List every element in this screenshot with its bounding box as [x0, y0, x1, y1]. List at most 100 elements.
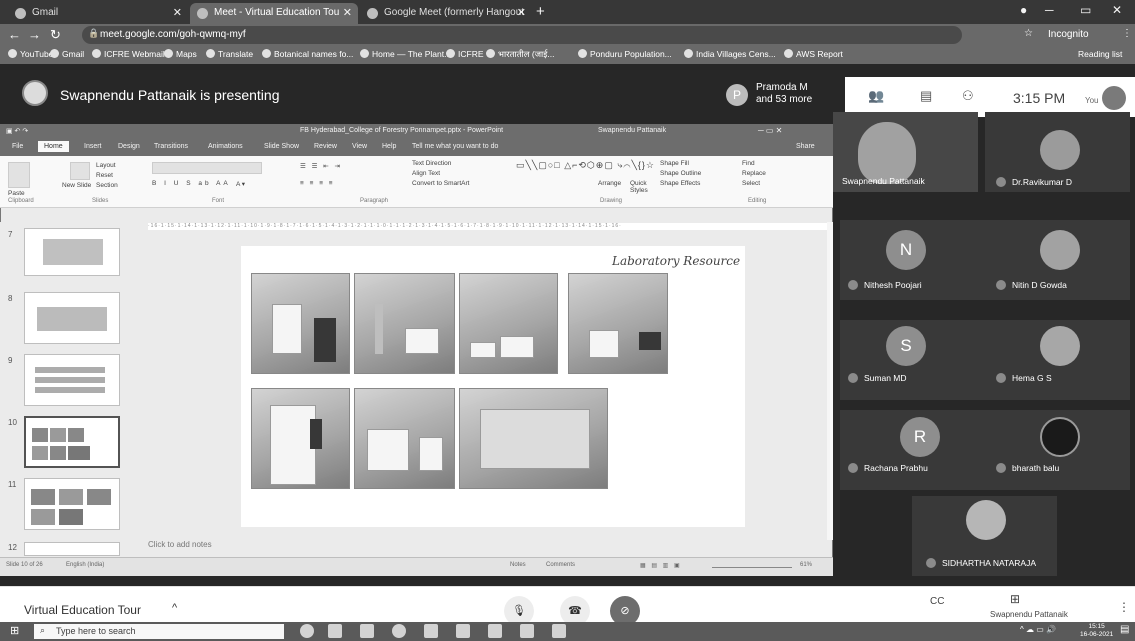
participants-summary[interactable]: Pramoda M and 53 more	[756, 82, 822, 106]
edge-icon[interactable]	[392, 624, 406, 638]
close-icon[interactable]: ✕	[173, 6, 182, 19]
arrange-button[interactable]: Arrange	[598, 180, 621, 187]
slide-thumbnail-7[interactable]	[24, 228, 120, 276]
lab-photo-2[interactable]	[354, 273, 455, 374]
select-button[interactable]: Select	[742, 180, 760, 187]
bookmark-youtube[interactable]: YouTube	[8, 49, 53, 59]
slide-thumbnail-8[interactable]	[24, 292, 120, 344]
section-button[interactable]: Section	[96, 182, 118, 189]
profile-icon[interactable]: ●	[1020, 3, 1027, 17]
meeting-name[interactable]: Virtual Education Tour	[24, 603, 141, 617]
star-icon[interactable]: ☆	[1024, 28, 1033, 39]
tab-view[interactable]: View	[352, 143, 367, 150]
tab-animations[interactable]: Animations	[208, 143, 243, 150]
zoom-slider[interactable]	[712, 567, 792, 568]
font-format-buttons[interactable]: B I U S ab AA	[152, 180, 231, 187]
slide-thumbnail-11[interactable]	[24, 478, 120, 530]
bookmark-gmail[interactable]: Gmail	[50, 49, 84, 59]
bookmark-hindi[interactable]: भारतातील (जाई...	[486, 49, 554, 60]
align-buttons[interactable]: ≡ ≡ ≡ ≡	[300, 180, 335, 187]
bookmark-maps[interactable]: Maps	[164, 49, 197, 59]
present-now-icon[interactable]: ⊞	[1010, 592, 1020, 606]
tab-meet[interactable]: Meet - Virtual Education Tou ✕	[190, 3, 358, 24]
slide-thumbnail-9[interactable]	[24, 354, 120, 406]
shape-outline-button[interactable]: Shape Outline	[660, 170, 701, 177]
new-tab-button[interactable]: +	[536, 3, 545, 20]
cortana-icon[interactable]	[300, 624, 314, 638]
tell-me-search[interactable]: Tell me what you want to do	[412, 143, 498, 150]
chat-icon[interactable]: ▤	[920, 88, 932, 104]
bookmark-aws[interactable]: AWS Report	[784, 49, 843, 59]
bookmark-villages[interactable]: India Villages Cens...	[684, 49, 776, 59]
list-buttons[interactable]: ☰ ☰ ⇤ ⇥	[300, 162, 342, 170]
tab-slide-show[interactable]: Slide Show	[264, 143, 299, 150]
forward-icon[interactable]: →	[28, 27, 41, 42]
tab-transitions[interactable]: Transitions	[154, 143, 188, 150]
share-button[interactable]: Share	[796, 143, 815, 150]
paste-icon[interactable]	[8, 162, 30, 188]
back-icon[interactable]: ←	[8, 27, 21, 42]
shape-fill-button[interactable]: Shape Fill	[660, 160, 689, 167]
notifications-icon[interactable]: ▤	[1120, 624, 1129, 635]
tab-gmail[interactable]: Gmail ✕	[8, 3, 188, 24]
captions-icon[interactable]: CC	[930, 596, 944, 607]
view-buttons[interactable]: ▦ ▤ ▥ ▣	[640, 562, 682, 569]
bookmark-plant[interactable]: Home — The Plant...	[360, 49, 451, 59]
new-slide-icon[interactable]	[70, 162, 90, 180]
mail-icon[interactable]	[488, 624, 502, 638]
save-icon[interactable]: ▣ ↶ ↷	[6, 127, 28, 135]
tab-google-meet[interactable]: Google Meet (formerly Hangout ✕	[360, 3, 532, 24]
lab-photo-4[interactable]	[568, 273, 668, 374]
font-color-icon[interactable]: A ▾	[236, 180, 245, 188]
incognito-label[interactable]: Incognito	[1048, 29, 1089, 40]
maximize-button[interactable]: ▭	[1080, 3, 1091, 17]
tab-review[interactable]: Review	[314, 143, 337, 150]
task-view-icon[interactable]	[328, 624, 342, 638]
app-icon[interactable]	[552, 624, 566, 638]
bookmark-botanical[interactable]: Botanical names fo...	[262, 49, 353, 59]
windows-start-icon[interactable]: ⊞	[10, 624, 19, 637]
lab-photo-1[interactable]	[251, 273, 350, 374]
app-icon[interactable]	[360, 624, 374, 638]
app-icon[interactable]	[520, 624, 534, 638]
shape-effects-button[interactable]: Shape Effects	[660, 180, 700, 187]
more-options-icon[interactable]: ⋮	[1118, 600, 1130, 614]
system-tray-icons[interactable]: ^ ☁ ▭ 🔊	[1020, 625, 1056, 634]
people-icon[interactable]: 👥	[868, 88, 884, 104]
slide-thumbnail-10-selected[interactable]	[24, 416, 120, 468]
menu-icon[interactable]: ⋮	[1122, 28, 1132, 39]
font-name-select[interactable]	[152, 162, 262, 174]
reload-icon[interactable]: ↻	[50, 27, 61, 43]
close-icon[interactable]: ✕	[517, 6, 526, 19]
reset-button[interactable]: Reset	[96, 172, 113, 179]
find-button[interactable]: Find	[742, 160, 755, 167]
new-slide-button[interactable]: New Slide	[62, 182, 92, 189]
shapes-gallery[interactable]: ▭╲╲▢○□ △⌐⟲⬡⊕▢ ⤷⌒╲{}☆	[516, 160, 655, 171]
reading-list[interactable]: Reading list	[1078, 49, 1122, 59]
layout-button[interactable]: Layout	[96, 162, 116, 169]
comments-button[interactable]: Comments	[546, 562, 575, 568]
tab-help[interactable]: Help	[382, 143, 396, 150]
paste-button[interactable]: Paste	[8, 190, 25, 197]
quick-styles-button[interactable]: Quick Styles	[630, 180, 660, 194]
store-icon[interactable]	[456, 624, 470, 638]
slide-thumbnail-12[interactable]	[24, 542, 120, 556]
slide-scrollbar[interactable]	[827, 222, 833, 540]
explorer-icon[interactable]	[424, 624, 438, 638]
close-icon[interactable]: ✕	[343, 6, 352, 19]
notes-placeholder[interactable]: Click to add notes	[148, 540, 212, 549]
bookmark-icfre-webmail[interactable]: ICFRE Webmail	[92, 49, 165, 59]
bookmark-translate[interactable]: Translate	[206, 49, 253, 59]
tab-home[interactable]: Home	[38, 141, 69, 152]
text-direction-button[interactable]: Text Direction	[412, 160, 451, 167]
close-window-button[interactable]: ✕	[1112, 3, 1122, 17]
tab-file[interactable]: File	[12, 143, 23, 150]
tab-insert[interactable]: Insert	[84, 143, 102, 150]
chevron-up-icon[interactable]: ^	[172, 602, 177, 614]
tab-design[interactable]: Design	[118, 143, 140, 150]
bookmark-ponduru[interactable]: Ponduru Population...	[578, 49, 672, 59]
activities-icon[interactable]: ⚇	[962, 88, 974, 104]
notes-button[interactable]: Notes	[510, 562, 526, 568]
minimize-button[interactable]: ─	[1045, 3, 1054, 17]
convert-smartart-button[interactable]: Convert to SmartArt	[412, 180, 469, 187]
